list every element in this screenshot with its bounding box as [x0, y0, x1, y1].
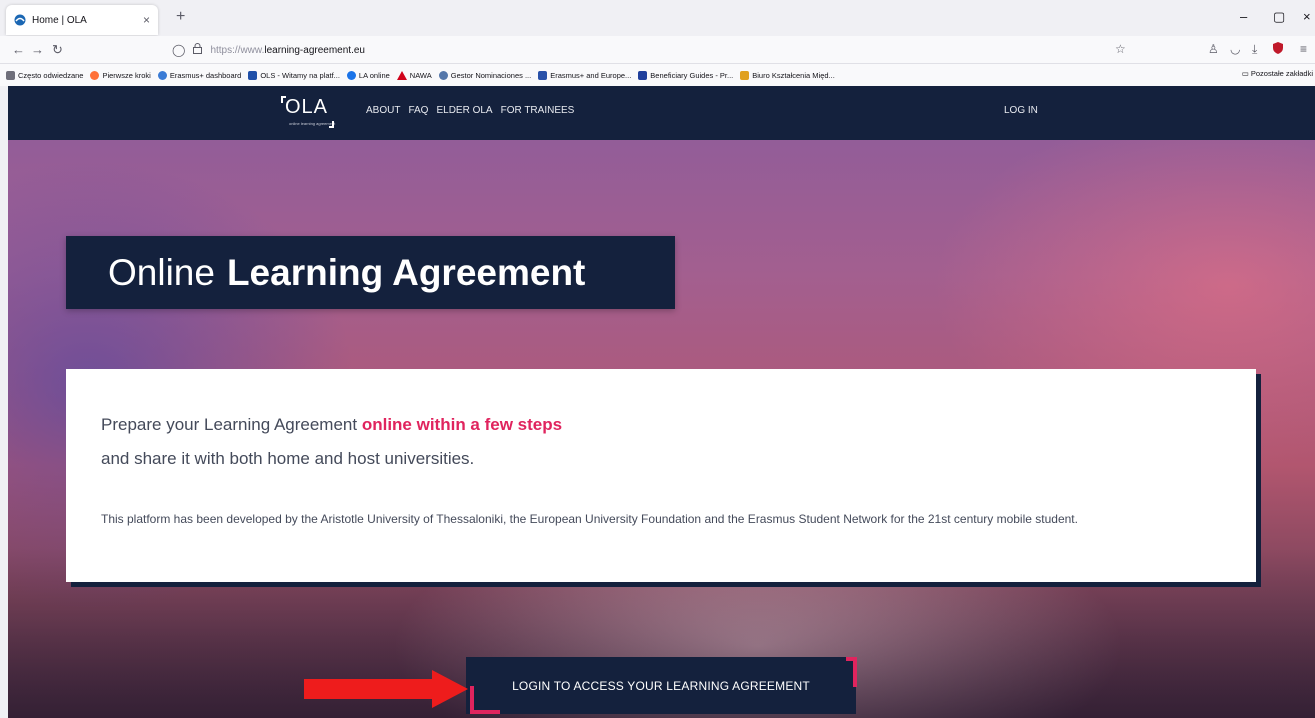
ols-icon — [248, 70, 258, 80]
lock-icon[interactable] — [193, 43, 203, 57]
site-header: OLA online learning agreement ABOUT FAQ … — [8, 86, 1315, 140]
browser-navbar: ← → ↻ ◯ https://www. learning-agreement.… — [0, 36, 1315, 64]
web-page: OLA online learning agreement ABOUT FAQ … — [8, 86, 1315, 718]
maximize-icon[interactable]: ▢ — [1273, 9, 1285, 25]
erasmus-icon — [157, 70, 167, 80]
downloads-icon[interactable]: ⤓ — [1252, 42, 1257, 57]
gestor-icon — [438, 70, 448, 80]
menu-icon[interactable]: ≡ — [1300, 42, 1307, 56]
red-arrow-icon — [304, 670, 468, 708]
gear-icon — [6, 70, 15, 80]
site-favicon-icon — [14, 14, 26, 26]
intro-line-2: and share it with both home and host uni… — [101, 449, 475, 468]
bookmark-item[interactable]: NAWA — [396, 70, 432, 80]
erasmus-europe-icon — [538, 70, 548, 80]
bookmark-item[interactable]: LA online — [346, 70, 390, 80]
logo-bracket — [281, 96, 286, 103]
bookmark-item[interactable]: Pierwsze kroki — [90, 70, 151, 80]
back-icon[interactable]: ← — [12, 42, 25, 57]
forward-icon[interactable]: → — [31, 42, 44, 57]
new-tab-icon[interactable]: + — [176, 8, 185, 26]
nawa-icon — [396, 70, 407, 80]
browser-tab[interactable]: Home | OLA × — [6, 5, 158, 35]
close-window-icon[interactable]: × — [1303, 9, 1311, 24]
bookmark-item[interactable]: Erasmus+ dashboard — [157, 70, 241, 80]
cta-bracket-bottom-left — [470, 686, 500, 714]
url-protocol: https://www. — [210, 44, 265, 56]
bookmark-item[interactable]: Erasmus+ and Europe... — [538, 70, 631, 80]
tracking-shield-icon[interactable]: ◯ — [172, 43, 185, 57]
menu-elder-ola[interactable]: ELDER OLA — [436, 105, 492, 116]
folder-icon: ▭ — [1241, 69, 1251, 78]
biuro-icon — [740, 70, 750, 80]
bookmark-item[interactable]: Często odwiedzane — [6, 70, 83, 80]
cta-bracket-top-right — [846, 657, 857, 687]
intro-description: This platform has been developed by the … — [101, 512, 1078, 526]
pocket-icon[interactable]: ◡ — [1230, 42, 1240, 56]
bookmark-star-icon[interactable]: ☆ — [1115, 42, 1126, 56]
intro-card: Prepare your Learning Agreement online w… — [66, 369, 1256, 582]
bookmark-item[interactable]: Beneficiary Guides - Pr... — [638, 70, 733, 80]
bookmark-item[interactable]: Gestor Nominaciones ... — [438, 70, 531, 80]
minimize-icon[interactable]: – — [1240, 9, 1247, 24]
tab-title: Home | OLA — [32, 14, 87, 26]
login-link[interactable]: LOG IN — [1004, 105, 1038, 116]
login-cta-button[interactable]: LOGIN TO ACCESS YOUR LEARNING AGREEMENT — [466, 657, 856, 714]
menu-about[interactable]: ABOUT — [366, 105, 400, 116]
url-host: learning-agreement.eu — [264, 44, 365, 56]
la-online-icon — [346, 70, 356, 80]
eu-flag-icon — [638, 70, 648, 80]
menu-faq[interactable]: FAQ — [408, 105, 428, 116]
account-icon[interactable]: ♙ — [1208, 42, 1219, 56]
reload-icon[interactable]: ↻ — [52, 42, 63, 58]
bookmarks-bar: Często odwiedzane Pierwsze kroki Erasmus… — [0, 64, 1315, 86]
browser-tab-strip: Home | OLA × + – ▢ × — [0, 0, 1315, 36]
menu-for-trainees[interactable]: FOR TRAINEES — [501, 105, 575, 116]
bookmark-item[interactable]: Biuro Kształcenia Międ... — [740, 70, 835, 80]
site-menu: ABOUT FAQ ELDER OLA FOR TRAINEES — [366, 105, 574, 116]
intro-accent: online within a few steps — [361, 415, 563, 434]
ola-logo[interactable]: OLA online learning agreement — [281, 96, 335, 128]
hero-title: Online Learning Agreement — [66, 236, 675, 309]
bookmark-item[interactable]: OLS - Witamy na platf... — [248, 70, 340, 80]
tab-close-icon[interactable]: × — [143, 13, 150, 27]
ublock-icon[interactable] — [1273, 42, 1283, 57]
other-bookmarks[interactable]: ▭ Pozostałe zakładki — [1242, 69, 1313, 78]
firefox-icon — [90, 70, 100, 80]
intro-line-1: Prepare your Learning Agreement online w… — [101, 415, 563, 434]
logo-bracket — [329, 121, 335, 128]
address-bar[interactable]: ◯ https://www. learning-agreement.eu — [172, 40, 1132, 60]
